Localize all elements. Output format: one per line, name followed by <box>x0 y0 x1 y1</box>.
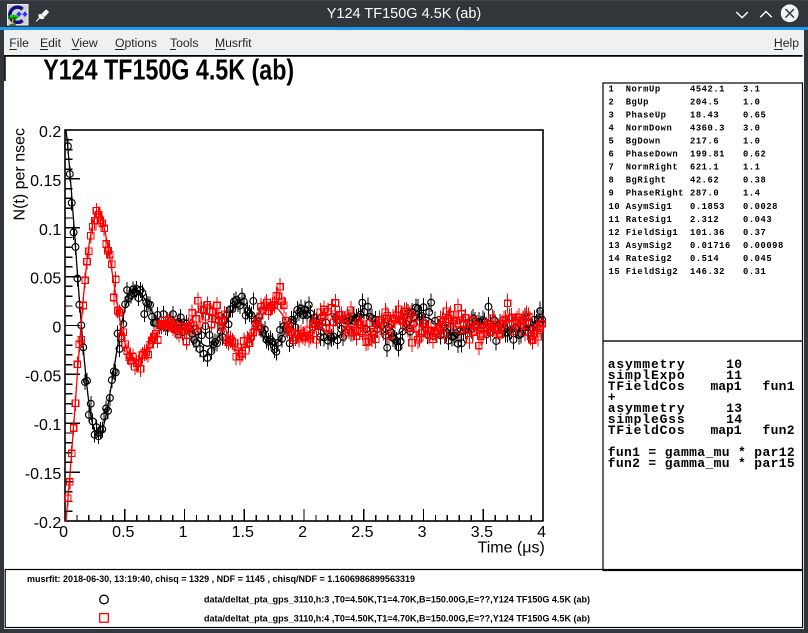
svg-text:2: 2 <box>609 98 615 108</box>
svg-text:2.5: 2.5 <box>351 524 373 541</box>
svg-text:0.65: 0.65 <box>743 111 766 121</box>
svg-text:3: 3 <box>609 111 615 121</box>
svg-text:3: 3 <box>418 524 427 541</box>
svg-text:map1: map1 <box>711 379 742 394</box>
svg-text:TFieldCos: TFieldCos <box>608 379 685 394</box>
svg-text:42.62: 42.62 <box>690 176 719 186</box>
svg-text:TFieldCos: TFieldCos <box>608 423 685 438</box>
svg-text:NormDown: NormDown <box>626 124 673 134</box>
svg-text:NormUp: NormUp <box>626 85 661 95</box>
svg-text:AsymSig2: AsymSig2 <box>626 241 673 251</box>
svg-text:N(t) per nsec: N(t) per nsec <box>12 128 29 220</box>
svg-text:217.6: 217.6 <box>690 137 719 147</box>
svg-text:204.5: 204.5 <box>690 98 719 108</box>
svg-text:6: 6 <box>609 150 615 160</box>
svg-text:-0.2: -0.2 <box>34 515 62 532</box>
svg-text:0.1: 0.1 <box>39 222 61 239</box>
svg-text:3.0: 3.0 <box>743 124 761 134</box>
svg-text:0.38: 0.38 <box>743 176 766 186</box>
svg-text:0.37: 0.37 <box>743 228 766 238</box>
svg-text:0.62: 0.62 <box>743 150 766 160</box>
svg-text:Time (μs): Time (μs) <box>478 539 545 556</box>
svg-text:11: 11 <box>609 215 621 225</box>
svg-text:2.312: 2.312 <box>690 215 719 225</box>
svg-text:FieldSig1: FieldSig1 <box>626 228 678 238</box>
svg-text:0.2: 0.2 <box>39 124 61 141</box>
svg-text:621.1: 621.1 <box>690 163 719 173</box>
svg-text:1.0: 1.0 <box>743 98 761 108</box>
svg-text:7: 7 <box>609 163 615 173</box>
svg-text:RateSig2: RateSig2 <box>626 254 673 264</box>
svg-text:8: 8 <box>609 176 615 186</box>
svg-text:0.0028: 0.0028 <box>743 202 778 212</box>
svg-text:287.0: 287.0 <box>690 189 719 199</box>
svg-text:1.1: 1.1 <box>743 163 761 173</box>
svg-text:4360.3: 4360.3 <box>690 124 725 134</box>
svg-text:0.00098: 0.00098 <box>743 241 784 251</box>
svg-text:15: 15 <box>609 267 621 277</box>
svg-text:4: 4 <box>609 124 615 134</box>
svg-text:0.05: 0.05 <box>30 271 61 288</box>
svg-text:1: 1 <box>609 85 615 95</box>
svg-text:1.5: 1.5 <box>232 524 254 541</box>
svg-text:4542.1: 4542.1 <box>690 85 725 95</box>
svg-text:PhaseRight: PhaseRight <box>626 189 684 199</box>
svg-text:FieldSig2: FieldSig2 <box>626 267 678 277</box>
svg-text:Y124 TF150G 4.5K (ab): Y124 TF150G 4.5K (ab) <box>43 55 294 86</box>
svg-text:9: 9 <box>609 189 615 199</box>
svg-text:PhaseUp: PhaseUp <box>626 111 667 121</box>
svg-text:BgDown: BgDown <box>626 137 661 147</box>
svg-text:fun2 = gamma_mu * par15: fun2 = gamma_mu * par15 <box>608 456 795 471</box>
svg-text:0: 0 <box>52 320 61 337</box>
svg-text:14: 14 <box>609 254 621 264</box>
svg-text:NormRight: NormRight <box>626 163 678 173</box>
svg-text:5: 5 <box>609 137 615 147</box>
svg-text:0.01716: 0.01716 <box>690 241 731 251</box>
svg-text:10: 10 <box>609 202 621 212</box>
svg-text:1.0: 1.0 <box>743 137 761 147</box>
svg-text:data/deltat_pta_gps_3110,h:4 ,: data/deltat_pta_gps_3110,h:4 ,T0=4.50K,T… <box>204 614 590 624</box>
svg-text:13: 13 <box>609 241 621 251</box>
svg-text:1: 1 <box>179 524 188 541</box>
svg-text:musrfit: 2018-06-30, 13:19:40,: musrfit: 2018-06-30, 13:19:40, chisq = 1… <box>27 574 415 584</box>
svg-text:0.514: 0.514 <box>690 254 719 264</box>
svg-text:0.045: 0.045 <box>743 254 772 264</box>
svg-text:0.5: 0.5 <box>112 524 134 541</box>
svg-text:AsymSig1: AsymSig1 <box>626 202 673 212</box>
svg-text:0.043: 0.043 <box>743 215 772 225</box>
svg-text:BgUp: BgUp <box>626 98 649 108</box>
svg-text:12: 12 <box>609 228 621 238</box>
svg-text:2: 2 <box>298 524 307 541</box>
svg-text:data/deltat_pta_gps_3110,h:3 ,: data/deltat_pta_gps_3110,h:3 ,T0=4.50K,T… <box>204 595 590 605</box>
svg-text:0.1853: 0.1853 <box>690 202 725 212</box>
svg-text:-0.05: -0.05 <box>25 368 62 385</box>
svg-text:0.31: 0.31 <box>743 267 766 277</box>
svg-text:146.32: 146.32 <box>690 267 725 277</box>
svg-text:BgRight: BgRight <box>626 176 667 186</box>
svg-text:101.36: 101.36 <box>690 228 725 238</box>
svg-text:RateSig1: RateSig1 <box>626 215 673 225</box>
svg-text:18.43: 18.43 <box>690 111 719 121</box>
svg-text:3.1: 3.1 <box>743 85 761 95</box>
svg-text:fun1: fun1 <box>763 379 795 394</box>
svg-text:fun2: fun2 <box>763 423 795 438</box>
svg-text:PhaseDown: PhaseDown <box>626 150 678 160</box>
svg-text:0.15: 0.15 <box>30 173 61 190</box>
svg-text:map1: map1 <box>711 423 742 438</box>
svg-text:199.81: 199.81 <box>690 150 725 160</box>
svg-text:1.4: 1.4 <box>743 189 761 199</box>
svg-text:-0.1: -0.1 <box>34 417 62 434</box>
svg-text:-0.15: -0.15 <box>25 466 62 483</box>
